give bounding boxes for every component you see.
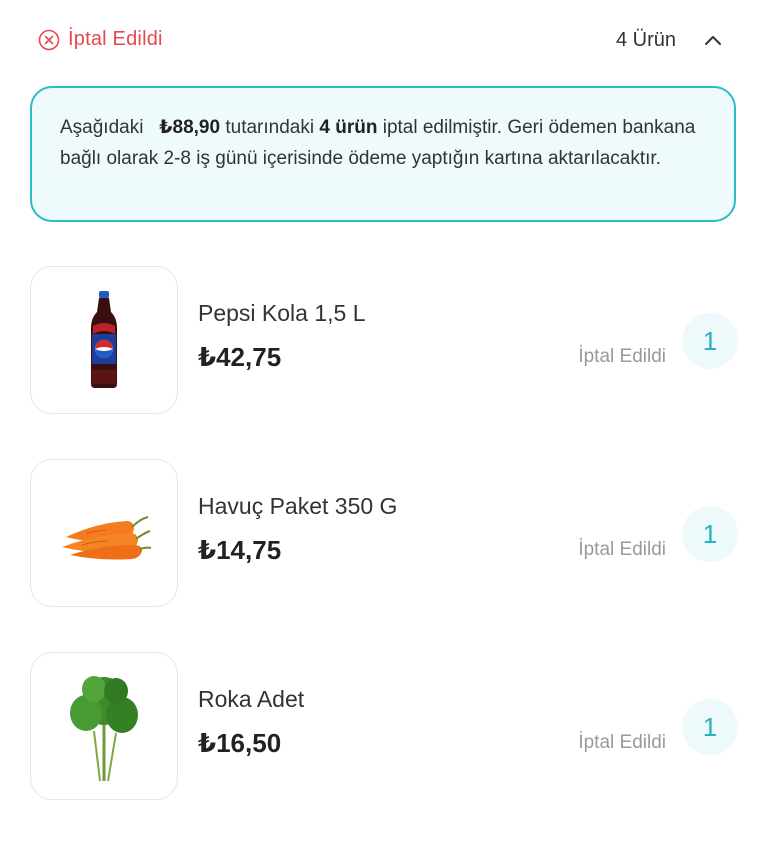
list-item[interactable]: Pepsi Kola 1,5 L ₺42,75 İptal Edildi 1 — [0, 266, 768, 459]
product-price: ₺16,50 — [198, 728, 282, 758]
item-status: İptal Edildi — [578, 732, 666, 753]
item-status: İptal Edildi — [578, 539, 666, 560]
arugula-image — [70, 676, 138, 781]
product-image — [30, 652, 178, 800]
quantity-badge: 1 — [682, 313, 738, 369]
product-name: Havuç Paket 350 G — [198, 493, 398, 519]
pepsi-bottle-image — [91, 291, 117, 388]
cancelled-items-list: Pepsi Kola 1,5 L ₺42,75 İptal Edildi 1 H… — [0, 266, 768, 845]
notice-count: 4 ürün — [319, 117, 378, 138]
carrots-image — [62, 516, 152, 560]
product-name: Pepsi Kola 1,5 L — [198, 300, 366, 326]
list-item[interactable]: Roka Adet ₺16,50 İptal Edildi 1 — [0, 652, 768, 845]
list-item[interactable]: Havuç Paket 350 G ₺14,75 İptal Edildi 1 — [0, 459, 768, 652]
product-name: Roka Adet — [198, 686, 305, 712]
notice-amount: ₺88,90 — [159, 117, 221, 138]
quantity-badge: 1 — [682, 506, 738, 562]
quantity-badge: 1 — [682, 699, 738, 755]
product-price: ₺14,75 — [198, 535, 282, 565]
notice-text-1: Aşağıdaki — [60, 117, 144, 138]
item-status: İptal Edildi — [578, 346, 666, 367]
status-label: İptal Edildi — [68, 28, 163, 50]
cancelled-status[interactable]: İptal Edildi — [38, 28, 163, 51]
item-count: 4 Ürün — [615, 29, 676, 51]
product-price: ₺42,75 — [198, 342, 282, 372]
product-image — [30, 459, 178, 607]
product-image — [30, 266, 178, 414]
refund-notice: Aşağıdaki ₺88,90 tutarındaki 4 ürün ipta… — [30, 86, 736, 222]
order-section-header: İptal Edildi 4 Ürün — [0, 0, 768, 84]
notice-text-3: iptal edilmiştir. Geri ödemen bankana ba… — [60, 117, 696, 169]
notice-text-2: tutarındaki — [225, 117, 315, 138]
close-circle-icon — [38, 29, 60, 50]
chevron-up-icon[interactable] — [702, 30, 724, 52]
